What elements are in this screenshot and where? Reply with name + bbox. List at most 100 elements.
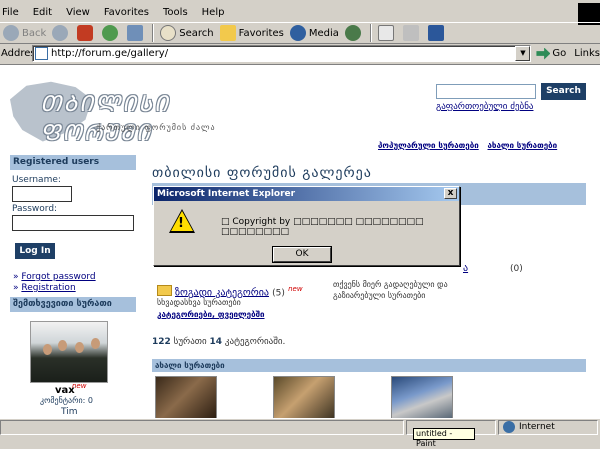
site-search-input[interactable] <box>436 84 536 99</box>
status-bar: Internet <box>0 418 600 435</box>
browser-window: File Edit View Favorites Tools Help Back… <box>0 0 600 448</box>
address-input[interactable]: http://forum.ge/gallery/ ▼ <box>32 45 532 62</box>
home-button[interactable] <box>124 23 149 43</box>
new-images-link[interactable]: ახალი სურათები <box>488 141 558 150</box>
favorites-star-icon <box>219 25 236 41</box>
go-button[interactable]: Go <box>536 47 566 60</box>
menu-tools[interactable]: Tools <box>161 7 194 18</box>
category-count: (5) <box>272 288 285 299</box>
forgot-password-text: Forgot password <box>21 272 96 282</box>
dialog-close-button[interactable]: x <box>444 188 457 199</box>
back-button[interactable]: Back <box>0 23 49 43</box>
new-image-thumbnail[interactable] <box>391 376 453 418</box>
photo-person <box>58 340 67 351</box>
category-link-partial[interactable]: ა <box>463 263 468 274</box>
random-photo[interactable] <box>30 321 108 383</box>
stats-text: კატეგორიაში. <box>222 337 286 347</box>
print-button[interactable] <box>400 23 425 43</box>
go-arrow-icon <box>536 47 551 60</box>
category-description-line: თქვენს მიერ გადაღებული და <box>333 280 448 289</box>
zone-label: Internet <box>519 422 555 432</box>
dialog-title-bar[interactable]: Microsoft Internet Explorer x <box>154 187 459 201</box>
menu-view[interactable]: View <box>64 7 96 18</box>
search-toolbar-button[interactable]: Search <box>157 23 216 43</box>
stop-icon <box>77 25 94 41</box>
menu-help[interactable]: Help <box>200 7 231 18</box>
photo-person <box>43 344 52 355</box>
mail-button[interactable] <box>375 23 400 43</box>
category-subtitle: სხვადასხვა სურათები <box>157 298 241 307</box>
site-search-button[interactable]: Search <box>541 83 586 100</box>
new-image-thumbnail[interactable] <box>155 376 217 418</box>
stats-text: სურათი <box>170 337 210 347</box>
menu-edit[interactable]: Edit <box>31 7 58 18</box>
new-image-thumbnail[interactable] <box>273 376 335 418</box>
site-logo[interactable]: ᲗᲑᲘᲚᲘᲡᲘ ᲤᲝᲠᲣᲛᲘ ქართული ფორუმის ძალა <box>10 79 220 147</box>
address-url: http://forum.ge/gallery/ <box>51 48 169 59</box>
edit-button[interactable] <box>425 23 450 43</box>
menu-bar: File Edit View Favorites Tools Help <box>0 3 600 25</box>
dialog-title: Microsoft Internet Explorer <box>157 189 296 199</box>
toolbar: Back Search Favorites Media <box>0 22 600 44</box>
comments-count: კომენტარი: 0 <box>40 396 93 405</box>
forgot-password-link[interactable]: » Forgot password <box>13 272 96 282</box>
refresh-button[interactable] <box>99 23 124 43</box>
page-title: თბილისი ფორუმის გალერეა <box>152 165 372 181</box>
logo-title: ᲗᲑᲘᲚᲘᲡᲘ ᲤᲝᲠᲣᲛᲘ <box>40 92 170 146</box>
status-text <box>0 419 404 435</box>
refresh-icon <box>102 25 119 41</box>
address-label: Address <box>1 48 41 59</box>
folder-icon <box>157 285 172 297</box>
media-button[interactable]: Media <box>287 23 342 43</box>
history-button[interactable] <box>342 23 367 43</box>
new-badge: new <box>72 382 87 390</box>
new-images-heading: ახალი სურათები <box>152 359 586 372</box>
uploader-tim: Tim <box>61 407 78 417</box>
photo-person <box>75 342 84 353</box>
print-icon <box>402 25 419 41</box>
menu-favorites[interactable]: Favorites <box>102 7 155 18</box>
category-new-badge: new <box>288 285 303 293</box>
search-icon <box>160 25 177 41</box>
forward-arrow-icon <box>52 25 69 41</box>
category-link[interactable]: ზოგადი კატეგორია <box>175 287 269 298</box>
history-icon <box>344 25 361 41</box>
stop-button[interactable] <box>74 23 99 43</box>
favorites-button[interactable]: Favorites <box>217 23 287 43</box>
gallery-stats: 122 სურათი 14 კატეგორიაში. <box>152 337 285 347</box>
toolbar-separator <box>369 24 372 42</box>
dialog-ok-button[interactable]: OK <box>272 246 332 263</box>
alert-dialog: Microsoft Internet Explorer x ! □ Copyri… <box>153 186 460 266</box>
home-icon <box>127 25 144 41</box>
advanced-search-link[interactable]: გაფართოებული ძებნა <box>436 102 533 112</box>
word-edit-icon <box>427 25 444 41</box>
media-label: Media <box>308 27 339 39</box>
category-description: თქვენს მიერ გადაღებული და გაზიარებული სუ… <box>333 279 448 301</box>
registration-link[interactable]: » Registration <box>13 283 76 293</box>
random-image-heading: შემთხვევითი სურათი <box>10 297 136 312</box>
top-links: პოპულარული სურათები ახალი სურათები <box>378 141 563 150</box>
back-label: Back <box>22 27 47 39</box>
address-bar: Address http://forum.ge/gallery/ ▼ Go Li… <box>0 44 600 63</box>
registered-users-heading: Registered users <box>10 155 136 170</box>
favorites-label: Favorites <box>238 27 284 39</box>
subcategory-link[interactable]: კატეგორიები, ფვეილებში <box>157 310 265 319</box>
registration-text: Registration <box>21 283 76 293</box>
back-arrow-icon <box>3 25 19 41</box>
password-input[interactable] <box>12 215 134 231</box>
links-button[interactable]: Links <box>574 48 600 59</box>
username-input[interactable] <box>12 186 72 202</box>
forward-button[interactable] <box>49 23 74 43</box>
password-label: Password: <box>12 204 58 214</box>
photo-person <box>91 338 100 349</box>
popular-images-link[interactable]: პოპულარული სურათები <box>378 141 479 150</box>
toolbar-separator <box>152 24 155 42</box>
menu-file[interactable]: File <box>0 7 25 18</box>
login-button[interactable]: Log In <box>15 243 55 259</box>
media-icon <box>289 25 306 41</box>
username-label: Username: <box>12 175 61 185</box>
security-zone: Internet <box>498 419 598 435</box>
category-description-line: გაზიარებული სურათები <box>333 291 426 300</box>
mail-icon <box>377 25 394 41</box>
chevron-down-icon[interactable]: ▼ <box>515 46 531 61</box>
